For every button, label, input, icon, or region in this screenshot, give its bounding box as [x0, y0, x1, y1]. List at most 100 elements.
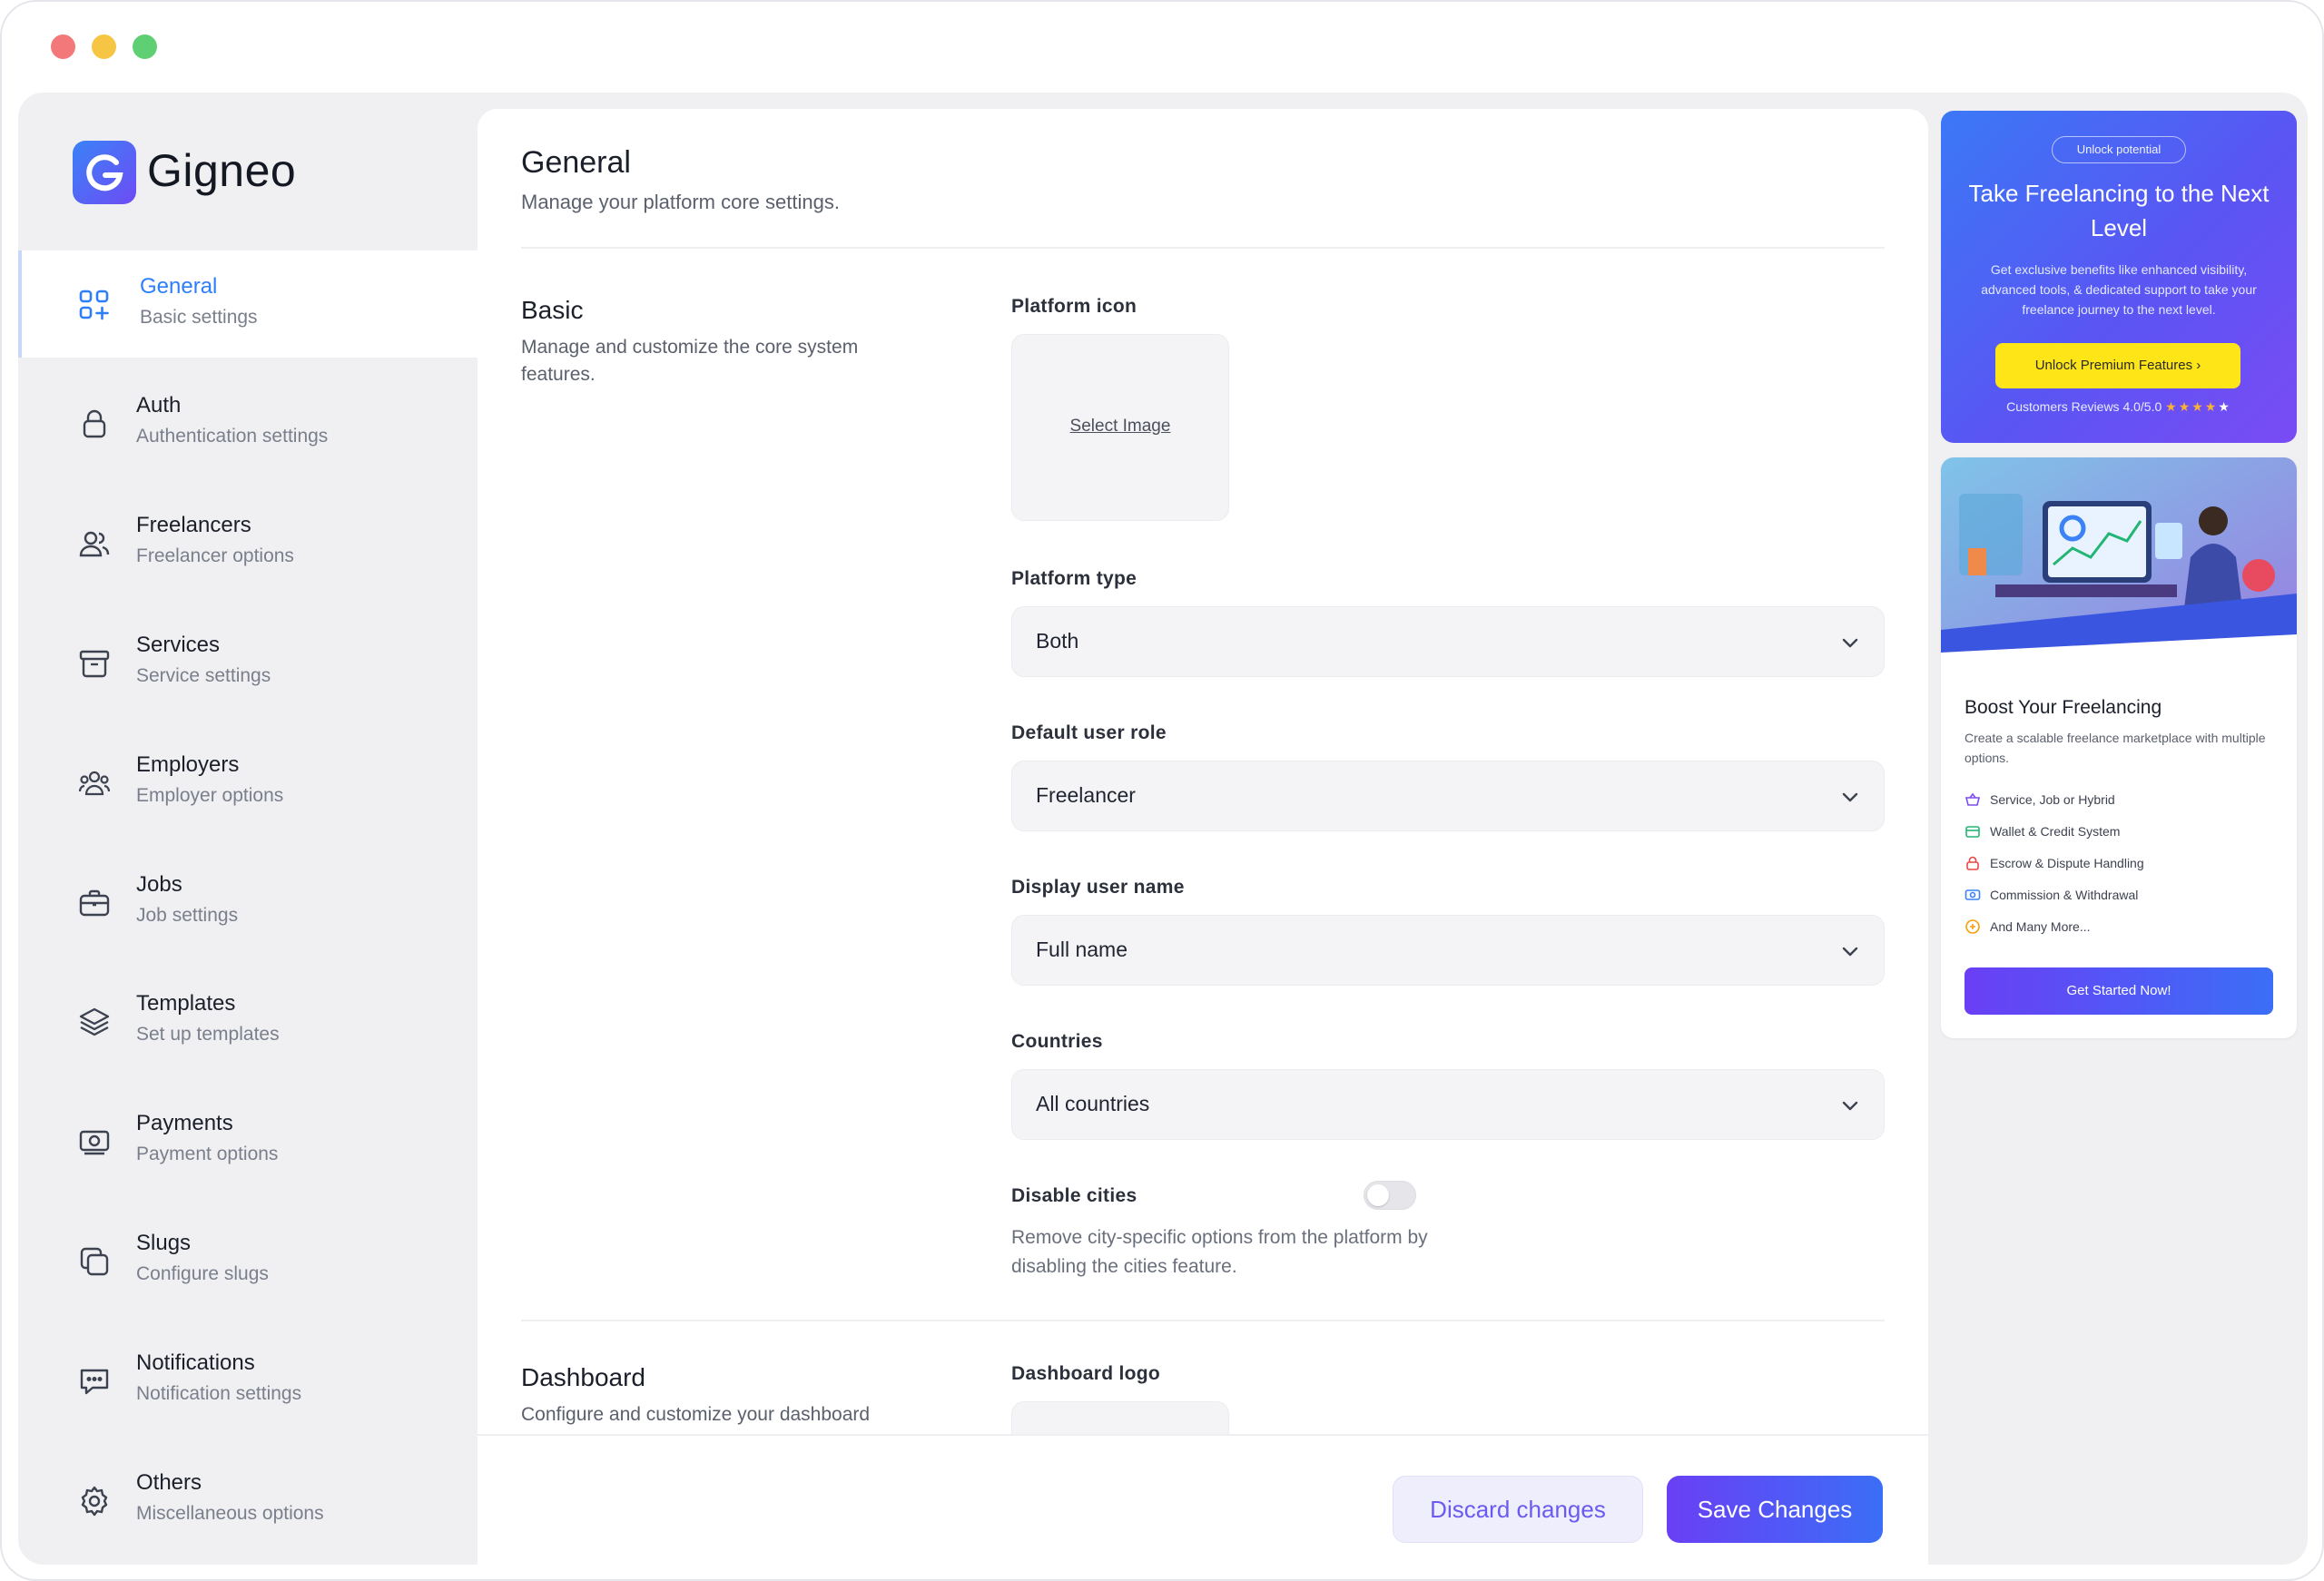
chat-icon — [78, 1365, 111, 1398]
layers-icon — [78, 1006, 111, 1038]
sidebar-item-label: Jobs — [136, 872, 182, 897]
sidebar-item-sublabel: Job settings — [136, 905, 239, 926]
countries-select[interactable]: All countries — [1011, 1069, 1885, 1140]
display-user-name-select[interactable]: Full name — [1011, 915, 1885, 986]
sidebar-item-others[interactable]: Others Miscellaneous options — [18, 1447, 478, 1554]
sidebar-item-slugs[interactable]: Slugs Configure slugs — [18, 1207, 478, 1314]
dashboard-section-description: Configure and customize your dashboard — [521, 1404, 871, 1425]
sidebar-item-auth[interactable]: Auth Authentication settings — [18, 369, 478, 476]
platform-icon-label: Platform icon — [1011, 296, 1137, 317]
sidebar-item-sublabel: Miscellaneous options — [136, 1503, 324, 1524]
disable-cities-toggle[interactable] — [1364, 1181, 1416, 1210]
sidebar-item-templates[interactable]: Templates Set up templates — [18, 967, 478, 1075]
brand: Gigneo — [18, 93, 478, 250]
users-icon — [78, 527, 111, 560]
sidebar-item-sublabel: Service settings — [136, 665, 271, 686]
brand-logo-icon — [73, 141, 136, 204]
app-window: Gigneo General Basic settings Auth Authe… — [0, 0, 2324, 1581]
sidebar-item-label: Templates — [136, 991, 236, 1016]
basic-section-title: Basic — [521, 296, 584, 324]
reviews-text: Customers Reviews 4.0/5.0 — [2006, 399, 2162, 414]
boost-title: Boost Your Freelancing — [1965, 697, 2162, 718]
feature-item: Escrow & Dispute Handling — [1965, 855, 2144, 871]
sidebar-item-notifications[interactable]: Notifications Notification settings — [18, 1327, 478, 1434]
copy-icon — [78, 1245, 111, 1278]
sidebar-item-sublabel: Freelancer options — [136, 545, 294, 566]
sidebar-item-employers[interactable]: Employers Employer options — [18, 729, 478, 836]
dashboard-section-title: Dashboard — [521, 1363, 645, 1391]
button-label: Unlock Premium Features — [2034, 358, 2193, 373]
unlock-premium-button[interactable]: Unlock Premium Features › — [1995, 343, 2240, 388]
upgrade-promo-card: Unlock potential Take Freelancing to the… — [1941, 111, 2297, 443]
sidebar-item-payments[interactable]: Payments Payment options — [18, 1087, 478, 1194]
platform-type-label: Platform type — [1011, 568, 1137, 589]
sidebar-item-services[interactable]: Services Service settings — [18, 609, 478, 716]
archive-icon — [78, 647, 111, 680]
window-controls — [51, 34, 157, 59]
settings-panel: General Manage your platform core settin… — [478, 109, 1928, 1565]
chevron-down-icon — [1842, 947, 1858, 957]
select-value: Full name — [1036, 938, 1128, 961]
brand-name: Gigneo — [147, 145, 297, 196]
disable-cities-label: Disable cities — [1011, 1185, 1137, 1206]
sidebar-item-label: General — [140, 274, 218, 299]
discard-changes-button[interactable]: Discard changes — [1393, 1476, 1643, 1543]
feature-item: And Many More... — [1965, 918, 2091, 935]
cash-icon — [1965, 889, 1981, 900]
sidebar-item-label: Slugs — [136, 1231, 192, 1255]
platform-icon-upload[interactable]: Select Image — [1011, 334, 1229, 521]
disable-cities-help: Remove city-specific options from the pl… — [1011, 1227, 1428, 1277]
divider — [521, 247, 1885, 249]
boost-promo-card: Boost Your Freelancing Create a scalable… — [1941, 457, 2297, 1038]
wallet-icon — [1965, 826, 1980, 838]
select-value: All countries — [1036, 1092, 1150, 1115]
sidebar-item-sublabel: Set up templates — [136, 1024, 280, 1045]
feature-label: Wallet & Credit System — [1990, 824, 2121, 839]
boost-text: Create a scalable freelance marketplace … — [1965, 731, 2266, 765]
select-image-link[interactable]: Select Image — [1012, 417, 1228, 437]
display-user-name-label: Display user name — [1011, 877, 1185, 898]
chevron-down-icon — [1842, 638, 1858, 648]
default-user-role-select[interactable]: Freelancer — [1011, 761, 1885, 831]
sidebar-item-label: Freelancers — [136, 513, 251, 537]
freelancer-illustration — [1941, 457, 2297, 679]
sidebar: Gigneo General Basic settings Auth Authe… — [18, 93, 478, 1565]
sidebar-item-label: Employers — [136, 752, 240, 777]
sidebar-item-label: Services — [136, 633, 221, 657]
feature-label: And Many More... — [1990, 919, 2091, 934]
sidebar-item-sublabel: Authentication settings — [136, 426, 329, 447]
maximize-window-button[interactable] — [133, 34, 157, 59]
select-value: Freelancer — [1036, 783, 1136, 807]
divider — [521, 1320, 1885, 1321]
save-changes-button[interactable]: Save Changes — [1667, 1476, 1883, 1543]
platform-type-select[interactable]: Both — [1011, 606, 1885, 677]
get-started-button[interactable]: Get Started Now! — [1965, 967, 2273, 1015]
page-subtitle: Manage your platform core settings. — [521, 191, 840, 213]
sidebar-item-freelancers[interactable]: Freelancers Freelancer options — [18, 489, 478, 596]
sidebar-item-sublabel: Payment options — [136, 1144, 279, 1164]
promo-title: Take Freelancing to the Next Level — [1968, 180, 2270, 241]
team-icon — [78, 767, 111, 800]
sidebar-item-label: Payments — [136, 1111, 233, 1135]
gear-icon — [78, 1485, 111, 1517]
default-user-role-label: Default user role — [1011, 722, 1167, 743]
action-footer: Discard changes Save Changes — [478, 1434, 1928, 1565]
sidebar-item-general[interactable]: General Basic settings — [18, 250, 478, 358]
minimize-window-button[interactable] — [92, 34, 116, 59]
feature-item: Wallet & Credit System — [1965, 823, 2120, 840]
feature-label: Escrow & Dispute Handling — [1990, 856, 2144, 870]
close-window-button[interactable] — [51, 34, 75, 59]
basic-section-description: Manage and customize the core system fea… — [521, 337, 859, 385]
payment-icon — [78, 1125, 111, 1158]
countries-label: Countries — [1011, 1031, 1103, 1052]
sidebar-item-sublabel: Employer options — [136, 785, 284, 806]
lock-icon — [1966, 856, 1979, 870]
feature-item: Service, Job or Hybrid — [1965, 791, 2115, 808]
app-shell: Gigneo General Basic settings Auth Authe… — [18, 93, 2308, 1565]
rating-stars-icon: ★★★★★ — [2165, 399, 2231, 414]
page-title: General — [521, 145, 631, 180]
promo-text: Get exclusive benefits like enhanced vis… — [1981, 262, 2257, 317]
sidebar-item-jobs[interactable]: Jobs Job settings — [18, 849, 478, 956]
lock-icon — [78, 408, 111, 440]
sidebar-item-sublabel: Configure slugs — [136, 1263, 269, 1284]
